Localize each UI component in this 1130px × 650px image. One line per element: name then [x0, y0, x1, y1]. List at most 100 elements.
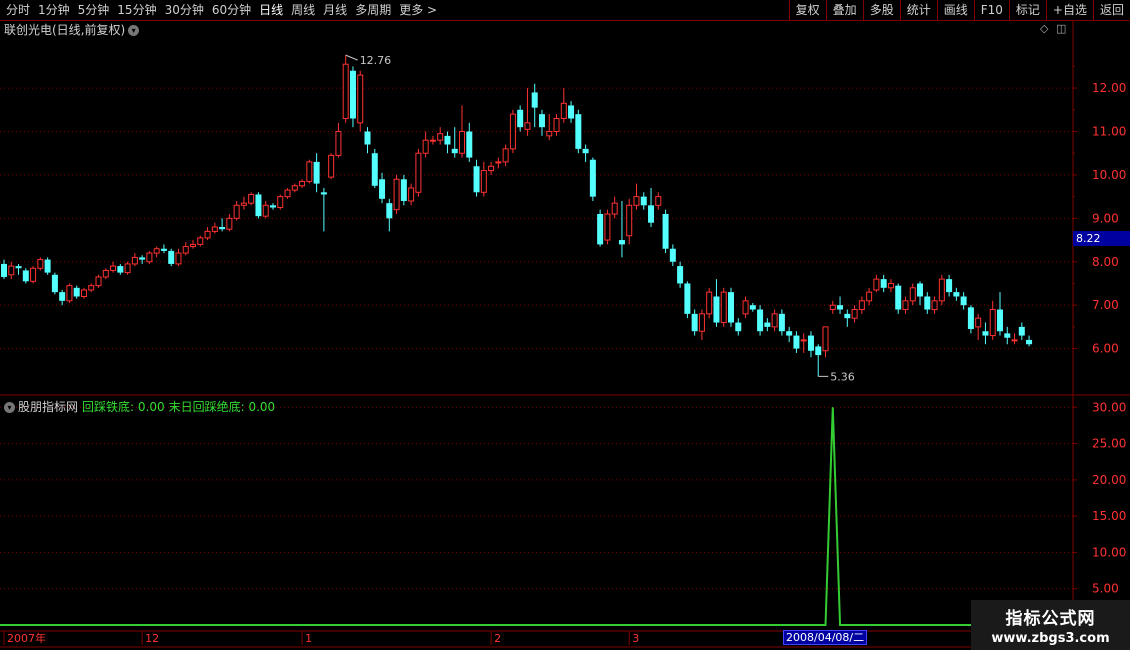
axes: 12.0011.0010.009.008.007.006.0030.0025.0…	[3, 54, 1126, 645]
high-marker-line	[345, 54, 358, 61]
watermark-line1: 指标公式网	[1005, 609, 1096, 629]
candle-body	[291, 185, 298, 191]
candle-body	[633, 196, 640, 206]
panel-corner-icons: ◇ ◫	[1040, 22, 1066, 35]
window-toggle-icon[interactable]: ◫	[1056, 22, 1066, 35]
candle-body	[909, 287, 916, 302]
candle-body	[524, 122, 531, 130]
ind-axis-label: 10.00	[1092, 545, 1126, 559]
price-axis-label: 11.00	[1092, 125, 1126, 139]
candle-body	[226, 217, 233, 230]
indicator-value-2: 末日回踩绝底: 0.00	[168, 400, 276, 414]
candle-body	[495, 161, 502, 164]
candle-body	[153, 248, 160, 254]
candle-body	[538, 114, 545, 128]
candle-body	[160, 248, 167, 251]
candle-body	[924, 296, 931, 310]
candles	[1, 55, 1033, 377]
candle-body	[88, 285, 95, 291]
candle-body	[139, 257, 146, 260]
price-axis-label: 10.00	[1092, 168, 1126, 182]
candle-body	[851, 309, 858, 319]
candle-body	[146, 252, 153, 263]
candle-body	[211, 226, 218, 232]
time-axis-label: 3	[632, 632, 639, 645]
candle-body	[22, 270, 29, 282]
candle-body	[938, 278, 945, 302]
candle-body	[204, 230, 211, 239]
candle-body	[415, 152, 422, 193]
candle-body	[95, 276, 102, 287]
price-axis-label: 6.00	[1092, 342, 1119, 356]
candle-body	[269, 205, 276, 208]
time-axis-label: 1	[305, 632, 312, 645]
candle-body	[568, 105, 575, 119]
candle-body	[895, 285, 902, 310]
candle-body	[720, 291, 727, 324]
candle-body	[691, 313, 698, 332]
candle-body	[546, 131, 553, 137]
candle-body	[604, 213, 611, 241]
candle-body	[117, 266, 124, 273]
stock-title[interactable]: 联创光电(日线,前复权) ▾	[4, 21, 140, 38]
chevron-down-icon[interactable]: ▾	[4, 402, 15, 413]
candle-body	[342, 63, 349, 119]
candle-body	[778, 313, 785, 332]
watermark-line2: www.zbgs3.com	[991, 631, 1110, 646]
candle-body	[880, 279, 887, 288]
candle-body	[429, 139, 436, 142]
candle-body	[728, 292, 734, 323]
candle-body	[967, 307, 974, 330]
candle-body	[306, 161, 313, 182]
candle-body	[502, 148, 509, 163]
candle-body	[371, 153, 378, 186]
candle-body	[451, 148, 458, 154]
candle-body	[299, 180, 306, 187]
candle-body	[735, 322, 742, 332]
candle-body	[989, 309, 996, 337]
candle-body	[408, 187, 415, 202]
candle-body	[698, 313, 705, 332]
candle-body	[197, 237, 204, 245]
candle-body	[379, 179, 386, 199]
candle-body	[917, 283, 924, 297]
candle-body	[873, 278, 880, 291]
candle-body	[168, 250, 175, 264]
ind-axis-label: 20.00	[1092, 473, 1126, 487]
cursor-date-badge: 2008/04/08/二	[783, 630, 868, 645]
candle-body	[531, 92, 538, 108]
candle-body	[866, 291, 873, 302]
candle-body	[459, 131, 466, 154]
candle-body	[1026, 339, 1033, 345]
candle-body	[59, 292, 66, 301]
candle-body	[240, 202, 247, 206]
kline-chart[interactable]: 12.0011.0010.009.008.007.006.0030.0025.0…	[0, 0, 1130, 650]
candle-body	[560, 102, 567, 119]
candle-body	[996, 309, 1003, 332]
indicator-title[interactable]: ▾ 股朋指标网 回踩铁底: 0.00 末日回踩绝底: 0.00	[4, 398, 275, 415]
candle-body	[887, 282, 894, 289]
candle-body	[582, 148, 589, 154]
diamond-icon[interactable]: ◇	[1040, 22, 1048, 35]
candle-body	[1011, 339, 1018, 342]
candle-body	[357, 74, 364, 124]
candle-body	[749, 305, 756, 310]
candle-body	[793, 335, 800, 349]
candle-body	[553, 117, 560, 133]
chevron-down-icon[interactable]: ▾	[128, 25, 140, 36]
candle-body	[233, 204, 240, 219]
candle-body	[677, 266, 684, 284]
stock-title-text: 联创光电(日线,前复权)	[4, 23, 126, 37]
candle-body	[44, 259, 51, 273]
candle-body	[829, 304, 836, 311]
candle-body	[393, 178, 400, 211]
candle-body	[284, 189, 291, 198]
candle-body	[473, 166, 480, 193]
candle-body	[684, 283, 691, 314]
candle-body	[400, 179, 407, 201]
candle-body	[1, 263, 7, 277]
candle-body	[902, 300, 909, 311]
candle-body	[589, 159, 596, 197]
current-price-badge: 8.22	[1073, 231, 1130, 246]
candle-body	[640, 196, 647, 206]
